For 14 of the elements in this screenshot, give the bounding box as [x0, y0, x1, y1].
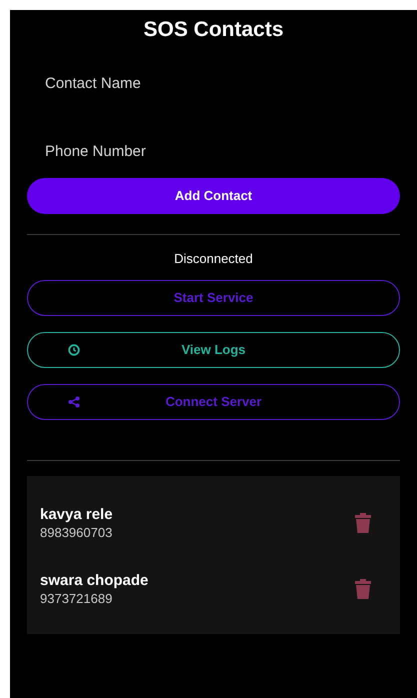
clock-icon [68, 344, 80, 356]
action-button[interactable]: View Logs [27, 332, 400, 368]
add-contact-button[interactable]: Add Contact [27, 178, 400, 214]
contact-name: swara chopade [40, 572, 148, 590]
contact-phone: 9373721689 [40, 590, 114, 606]
input-field[interactable]: Contact Name [45, 65, 385, 101]
share-icon [68, 396, 80, 408]
contact-phone: 8983960703 [40, 524, 113, 540]
contact-name: kavya rele [40, 506, 113, 524]
trash-icon[interactable] [354, 512, 372, 534]
input-field[interactable]: Phone Number [45, 133, 385, 169]
screen-title: SOS Contacts [142, 17, 285, 43]
connection-status: Disconnected [173, 251, 254, 267]
trash-icon[interactable] [354, 578, 372, 600]
